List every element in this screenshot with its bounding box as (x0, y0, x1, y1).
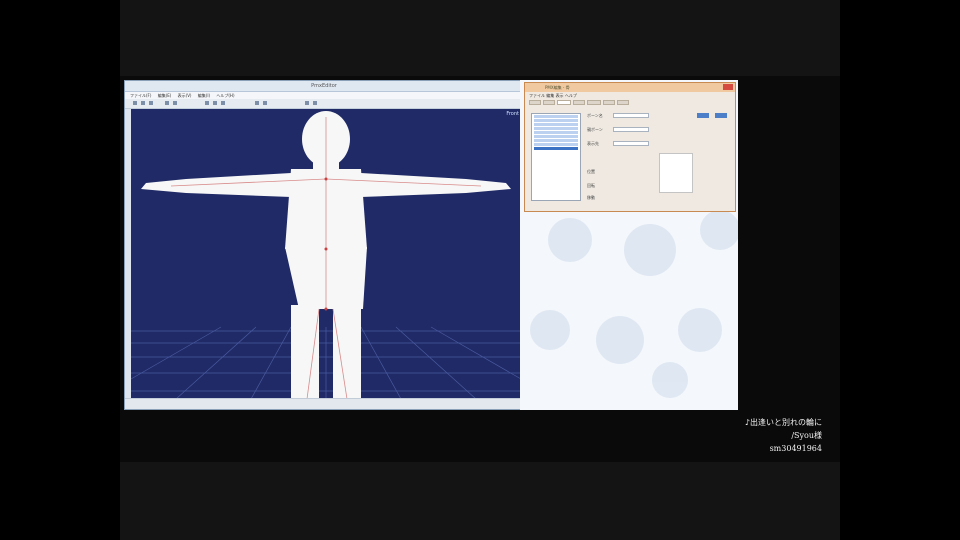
view-mode-label: Front (506, 111, 519, 117)
display-target-field[interactable] (613, 141, 649, 146)
video-caption: ♪出逢いと別れの輪に /Syou様 sm30491964 (745, 416, 822, 455)
list-item[interactable] (534, 115, 578, 118)
list-item-selected[interactable] (534, 147, 578, 150)
toolbar-vertex-icon[interactable] (165, 101, 169, 105)
3d-viewport[interactable]: Front (131, 109, 521, 399)
tab-display-frame[interactable] (587, 100, 601, 105)
dialog-title: PMX編集 - 骨 (545, 85, 570, 90)
letterbox-top (120, 0, 840, 76)
toolbar-side-view-icon[interactable] (213, 101, 217, 105)
viewport-canvas (131, 111, 521, 399)
list-item[interactable] (534, 127, 578, 130)
field-label: 表示先 (587, 141, 599, 146)
floor-grid (131, 326, 521, 399)
pmx-editor-window: PmxEditor ファイル(F) 編集(E) 表示(V) 編集(I) ヘルプ(… (124, 80, 524, 410)
video-id: sm30491964 (769, 444, 822, 453)
dialog-titlebar: PMX編集 - 骨 (525, 83, 735, 92)
toolbar-top-view-icon[interactable] (221, 101, 225, 105)
field-label: 移動 (587, 195, 595, 200)
toolbar-front-view-icon[interactable] (205, 101, 209, 105)
tab-material[interactable] (543, 100, 555, 105)
field-label: 親ボーン (587, 127, 603, 132)
editor-toolbar (125, 99, 523, 109)
parent-bone-field[interactable] (613, 127, 649, 132)
list-item[interactable] (534, 119, 578, 122)
cancel-button[interactable] (715, 113, 727, 118)
toolbar-grid-icon[interactable] (255, 101, 259, 105)
dialog-menu-file[interactable]: ファイル (529, 93, 545, 98)
editor-menubar: ファイル(F) 編集(E) 表示(V) 編集(I) ヘルプ(H) (125, 92, 523, 99)
list-item[interactable] (534, 139, 578, 142)
bone-list[interactable] (531, 113, 581, 201)
tab-rigid-body[interactable] (603, 100, 615, 105)
menu-view[interactable]: 表示(V) (178, 93, 192, 98)
toolbar-axis-icon[interactable] (263, 101, 267, 105)
editor-status-bar (125, 398, 523, 409)
tab-bone[interactable] (557, 100, 571, 105)
toolbar-move-icon[interactable] (141, 101, 145, 105)
list-item[interactable] (534, 143, 578, 146)
apply-button[interactable] (697, 113, 709, 118)
editor-titlebar: PmxEditor (125, 81, 523, 92)
field-label: 回転 (587, 183, 595, 188)
bone-preview-box (659, 153, 693, 193)
list-item[interactable] (534, 123, 578, 126)
menu-help[interactable]: ヘルプ(H) (216, 93, 234, 98)
menu-edit-item[interactable]: 編集(I) (198, 93, 210, 98)
menu-edit[interactable]: 編集(E) (158, 93, 172, 98)
list-item[interactable] (534, 131, 578, 134)
field-label: ボーン名 (587, 113, 603, 118)
dialog-menubar: ファイル 編集 表示 ヘルプ (525, 92, 735, 99)
list-item[interactable] (534, 135, 578, 138)
toolbar-camera-icon[interactable] (313, 101, 317, 105)
letterbox-bottom (120, 462, 840, 540)
dialog-menu-edit[interactable]: 編集 (546, 93, 554, 98)
toolbar-rotate-icon[interactable] (149, 101, 153, 105)
tab-joint[interactable] (617, 100, 629, 105)
toolbar-bone-icon[interactable] (173, 101, 177, 105)
credit-name: /Syou様 (791, 431, 822, 440)
song-title: ♪出逢いと別れの輪に (744, 418, 822, 427)
tab-vertex[interactable] (529, 100, 541, 105)
close-button[interactable] (723, 84, 733, 90)
toolbar-light-icon[interactable] (305, 101, 309, 105)
menu-file[interactable]: ファイル(F) (130, 93, 151, 98)
toolbar-select-icon[interactable] (133, 101, 137, 105)
dialog-tabs (525, 99, 735, 106)
dialog-menu-help[interactable]: ヘルプ (565, 93, 577, 98)
field-label: 位置 (587, 169, 595, 174)
dialog-menu-view[interactable]: 表示 (556, 93, 564, 98)
tab-morph[interactable] (573, 100, 585, 105)
editor-title: PmxEditor (311, 83, 337, 89)
bone-edit-dialog: PMX編集 - 骨 ファイル 編集 表示 ヘルプ ボーン名 親ボーン 表示先 位… (524, 82, 736, 212)
bone-name-field[interactable] (613, 113, 649, 118)
